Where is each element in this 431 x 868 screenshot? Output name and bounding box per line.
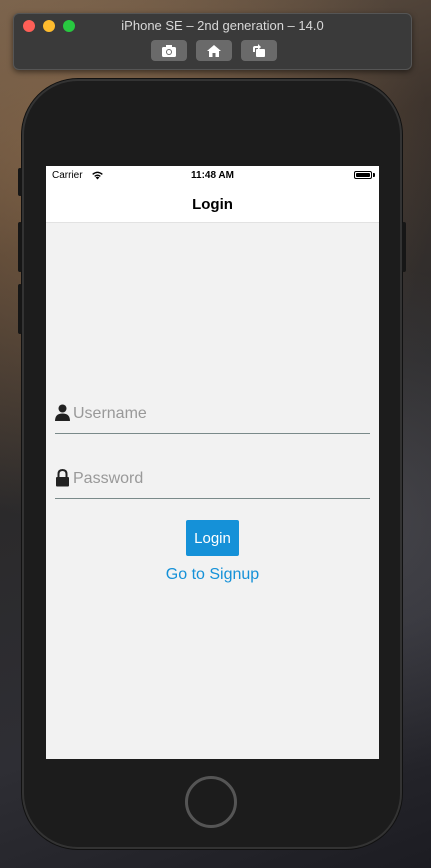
battery-tip <box>373 173 375 177</box>
home-icon <box>207 44 221 57</box>
login-button[interactable]: Login <box>186 520 239 556</box>
power-button <box>402 222 406 272</box>
simulator-title: iPhone SE – 2nd generation – 14.0 <box>121 18 324 33</box>
screenshot-button[interactable] <box>151 40 187 61</box>
user-icon <box>55 404 70 421</box>
volume-down-button <box>18 284 22 334</box>
mute-switch <box>18 168 22 196</box>
app-screen: Carrier 11:48 AM Login Login Go to Signu… <box>46 166 379 759</box>
simulator-toolbar: iPhone SE – 2nd generation – 14.0 <box>13 13 412 70</box>
lock-icon <box>56 469 69 487</box>
battery-icon <box>354 171 372 179</box>
volume-up-button <box>18 222 22 272</box>
status-bar: Carrier 11:48 AM <box>46 166 379 186</box>
username-field[interactable] <box>55 399 370 434</box>
rotate-icon <box>253 43 265 57</box>
page-title: Login <box>192 196 233 213</box>
home-button-sim[interactable] <box>196 40 232 61</box>
clock-time: 11:48 AM <box>191 170 234 181</box>
username-input[interactable] <box>73 402 363 426</box>
password-field[interactable] <box>55 464 370 499</box>
signup-link[interactable]: Go to Signup <box>46 566 379 584</box>
screenshot-icon <box>162 44 176 57</box>
device-home-button[interactable] <box>185 776 237 828</box>
navigation-bar: Login <box>46 186 379 223</box>
rotate-button[interactable] <box>241 40 277 61</box>
password-input[interactable] <box>73 467 363 491</box>
